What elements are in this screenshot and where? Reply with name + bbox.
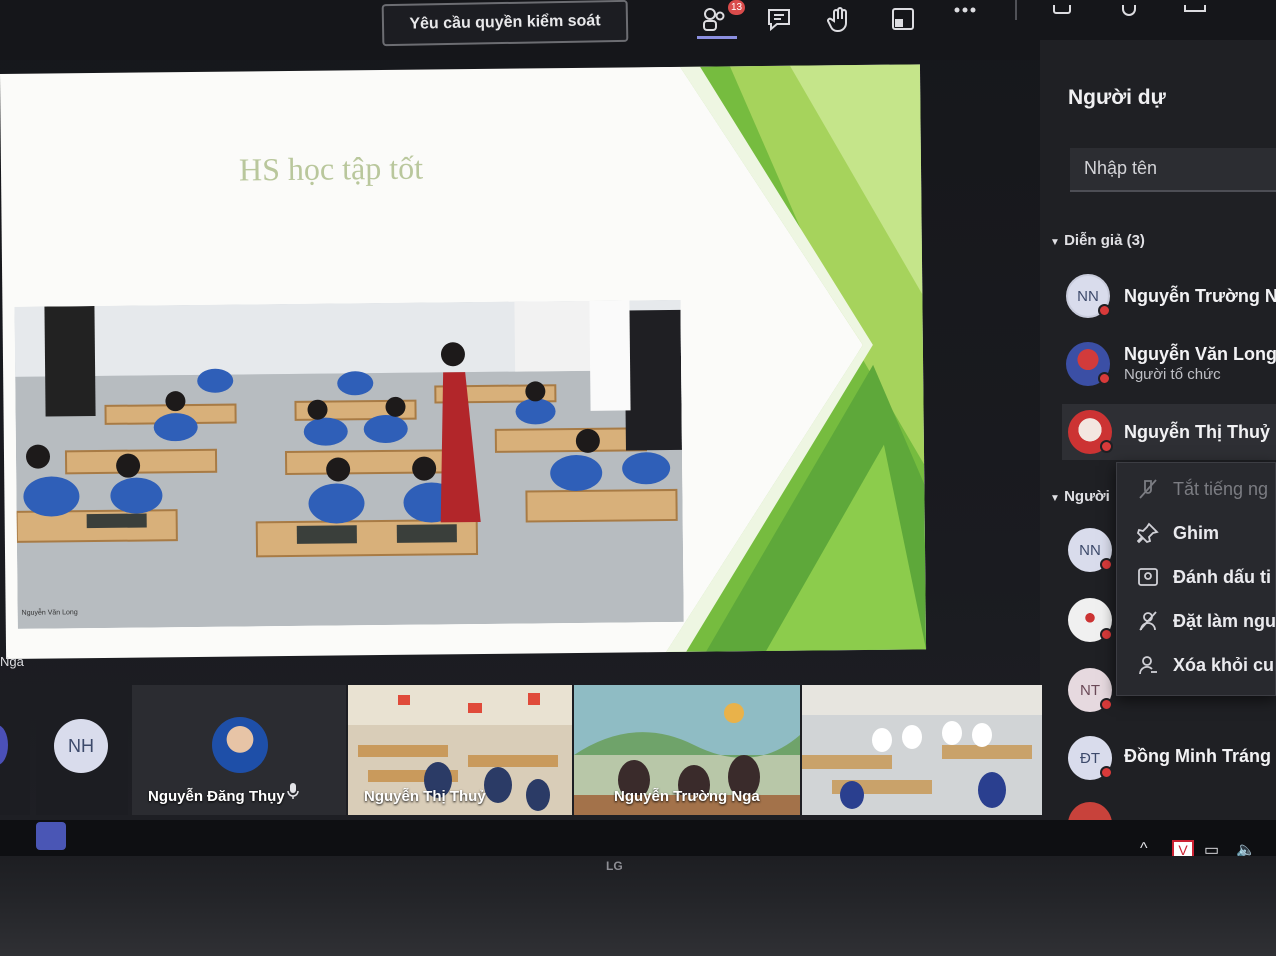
- tile-name: Nguyễn Thị Thuỷ: [364, 788, 486, 805]
- more-icon[interactable]: [948, 2, 982, 36]
- shared-slide: HS học tập tốt Nguyễn Văn Long: [0, 64, 927, 659]
- classroom-video: [14, 299, 684, 629]
- presenter-row[interactable]: NN Nguyễn Trường N: [1062, 268, 1276, 324]
- share-icon[interactable]: [1178, 2, 1212, 36]
- request-control-button[interactable]: Yêu cầu quyền kiểm soát: [381, 0, 629, 47]
- make-attendee-item[interactable]: Đặt làm ngu: [1117, 601, 1276, 641]
- avatar: [1068, 802, 1112, 820]
- video-tile[interactable]: [0, 685, 30, 815]
- active-tab-indicator: [697, 36, 737, 39]
- video-caption: Nguyễn Văn Long: [21, 609, 78, 617]
- presenter-name: Nguyễn Thị Thuỷ: [1124, 422, 1270, 442]
- attendee-row[interactable]: ĐT Đồng Minh Tráng: [1062, 730, 1276, 786]
- remove-icon: [1135, 652, 1161, 678]
- taskbar: [0, 820, 1276, 856]
- make-attendee-icon: [1135, 608, 1161, 634]
- video-tile[interactable]: Nguyễn Đăng Thụy: [132, 685, 346, 815]
- status-indicator: [1098, 304, 1111, 317]
- mic-icon: [286, 782, 300, 805]
- participants-icon[interactable]: [697, 2, 731, 36]
- chevron-down-icon: ▼: [1050, 237, 1060, 248]
- mute-participant-item[interactable]: Tắt tiếng ng: [1117, 469, 1276, 509]
- video-label-fragment: Nga: [0, 654, 24, 669]
- monitor-brand-logo: LG: [606, 859, 623, 873]
- presenters-header[interactable]: ▼ Diễn giả (3): [1050, 232, 1145, 249]
- spotlight-icon: [1135, 564, 1161, 590]
- chat-icon[interactable]: [762, 2, 796, 36]
- status-indicator: [1100, 440, 1113, 453]
- chevron-down-icon: ▼: [1050, 493, 1060, 504]
- rooms-icon[interactable]: [886, 2, 920, 36]
- participant-context-menu: Tắt tiếng ng Ghim Đánh dấu ti Đặt làm ng…: [1116, 462, 1276, 696]
- pin-icon: [1135, 520, 1161, 546]
- spotlight-item[interactable]: Đánh dấu ti: [1117, 557, 1276, 597]
- attendee-row[interactable]: [1062, 798, 1276, 820]
- attendees-header[interactable]: ▼ Người: [1050, 488, 1110, 505]
- status-indicator: [1100, 766, 1113, 779]
- remove-item[interactable]: Xóa khỏi cu: [1117, 645, 1276, 685]
- teams-app-icon[interactable]: [36, 822, 66, 850]
- status-indicator: [1100, 628, 1113, 641]
- raise-hand-icon[interactable]: [823, 2, 857, 36]
- camera-icon[interactable]: [1048, 2, 1082, 36]
- video-tile[interactable]: [802, 685, 1042, 815]
- mic-icon[interactable]: [1112, 2, 1146, 36]
- status-indicator: [1100, 558, 1113, 571]
- video-tile[interactable]: Nguyễn Trường Nga: [574, 685, 800, 815]
- attendee-name: Đồng Minh Tráng: [1124, 746, 1271, 766]
- toolbar-divider: [1015, 0, 1017, 20]
- slide-title: HS học tập tốt: [238, 149, 424, 188]
- avatar: [212, 717, 268, 773]
- tile-name: Nguyễn Đăng Thụy: [148, 788, 285, 805]
- presenter-name: Nguyễn Văn Long: [1124, 344, 1276, 364]
- panel-title: Người dự: [1068, 86, 1166, 109]
- avatar: [0, 725, 8, 765]
- video-strip: NH Nguyễn Đăng Thụy Nguyễn Thị Thuỷ Nguy…: [0, 685, 1045, 820]
- video-tile[interactable]: Nguyễn Thị Thuỷ: [348, 685, 572, 815]
- video-tile[interactable]: NH: [36, 685, 128, 815]
- people-panel: Người dự Nhập tên ▼ Diễn giả (3) NN Nguy…: [1040, 40, 1276, 820]
- presenter-row[interactable]: Nguyễn Văn Long Người tổ chức: [1062, 336, 1276, 392]
- tile-name: Nguyễn Trường Nga: [614, 788, 760, 805]
- status-indicator: [1098, 372, 1111, 385]
- avatar: NH: [54, 719, 108, 773]
- name-search-input[interactable]: Nhập tên: [1070, 148, 1276, 192]
- presenter-name: Nguyễn Trường N: [1124, 286, 1276, 306]
- pin-item[interactable]: Ghim: [1117, 513, 1276, 553]
- participants-count-badge: 13: [728, 0, 745, 15]
- status-indicator: [1100, 698, 1113, 711]
- presenter-row[interactable]: Nguyễn Thị Thuỷ: [1062, 404, 1276, 460]
- mute-icon: [1135, 476, 1161, 502]
- screen: Yêu cầu quyền kiểm soát 13 HS học tập tố…: [0, 0, 1276, 956]
- presenter-role: Người tổ chức: [1124, 366, 1221, 383]
- monitor-bezel: [0, 856, 1276, 956]
